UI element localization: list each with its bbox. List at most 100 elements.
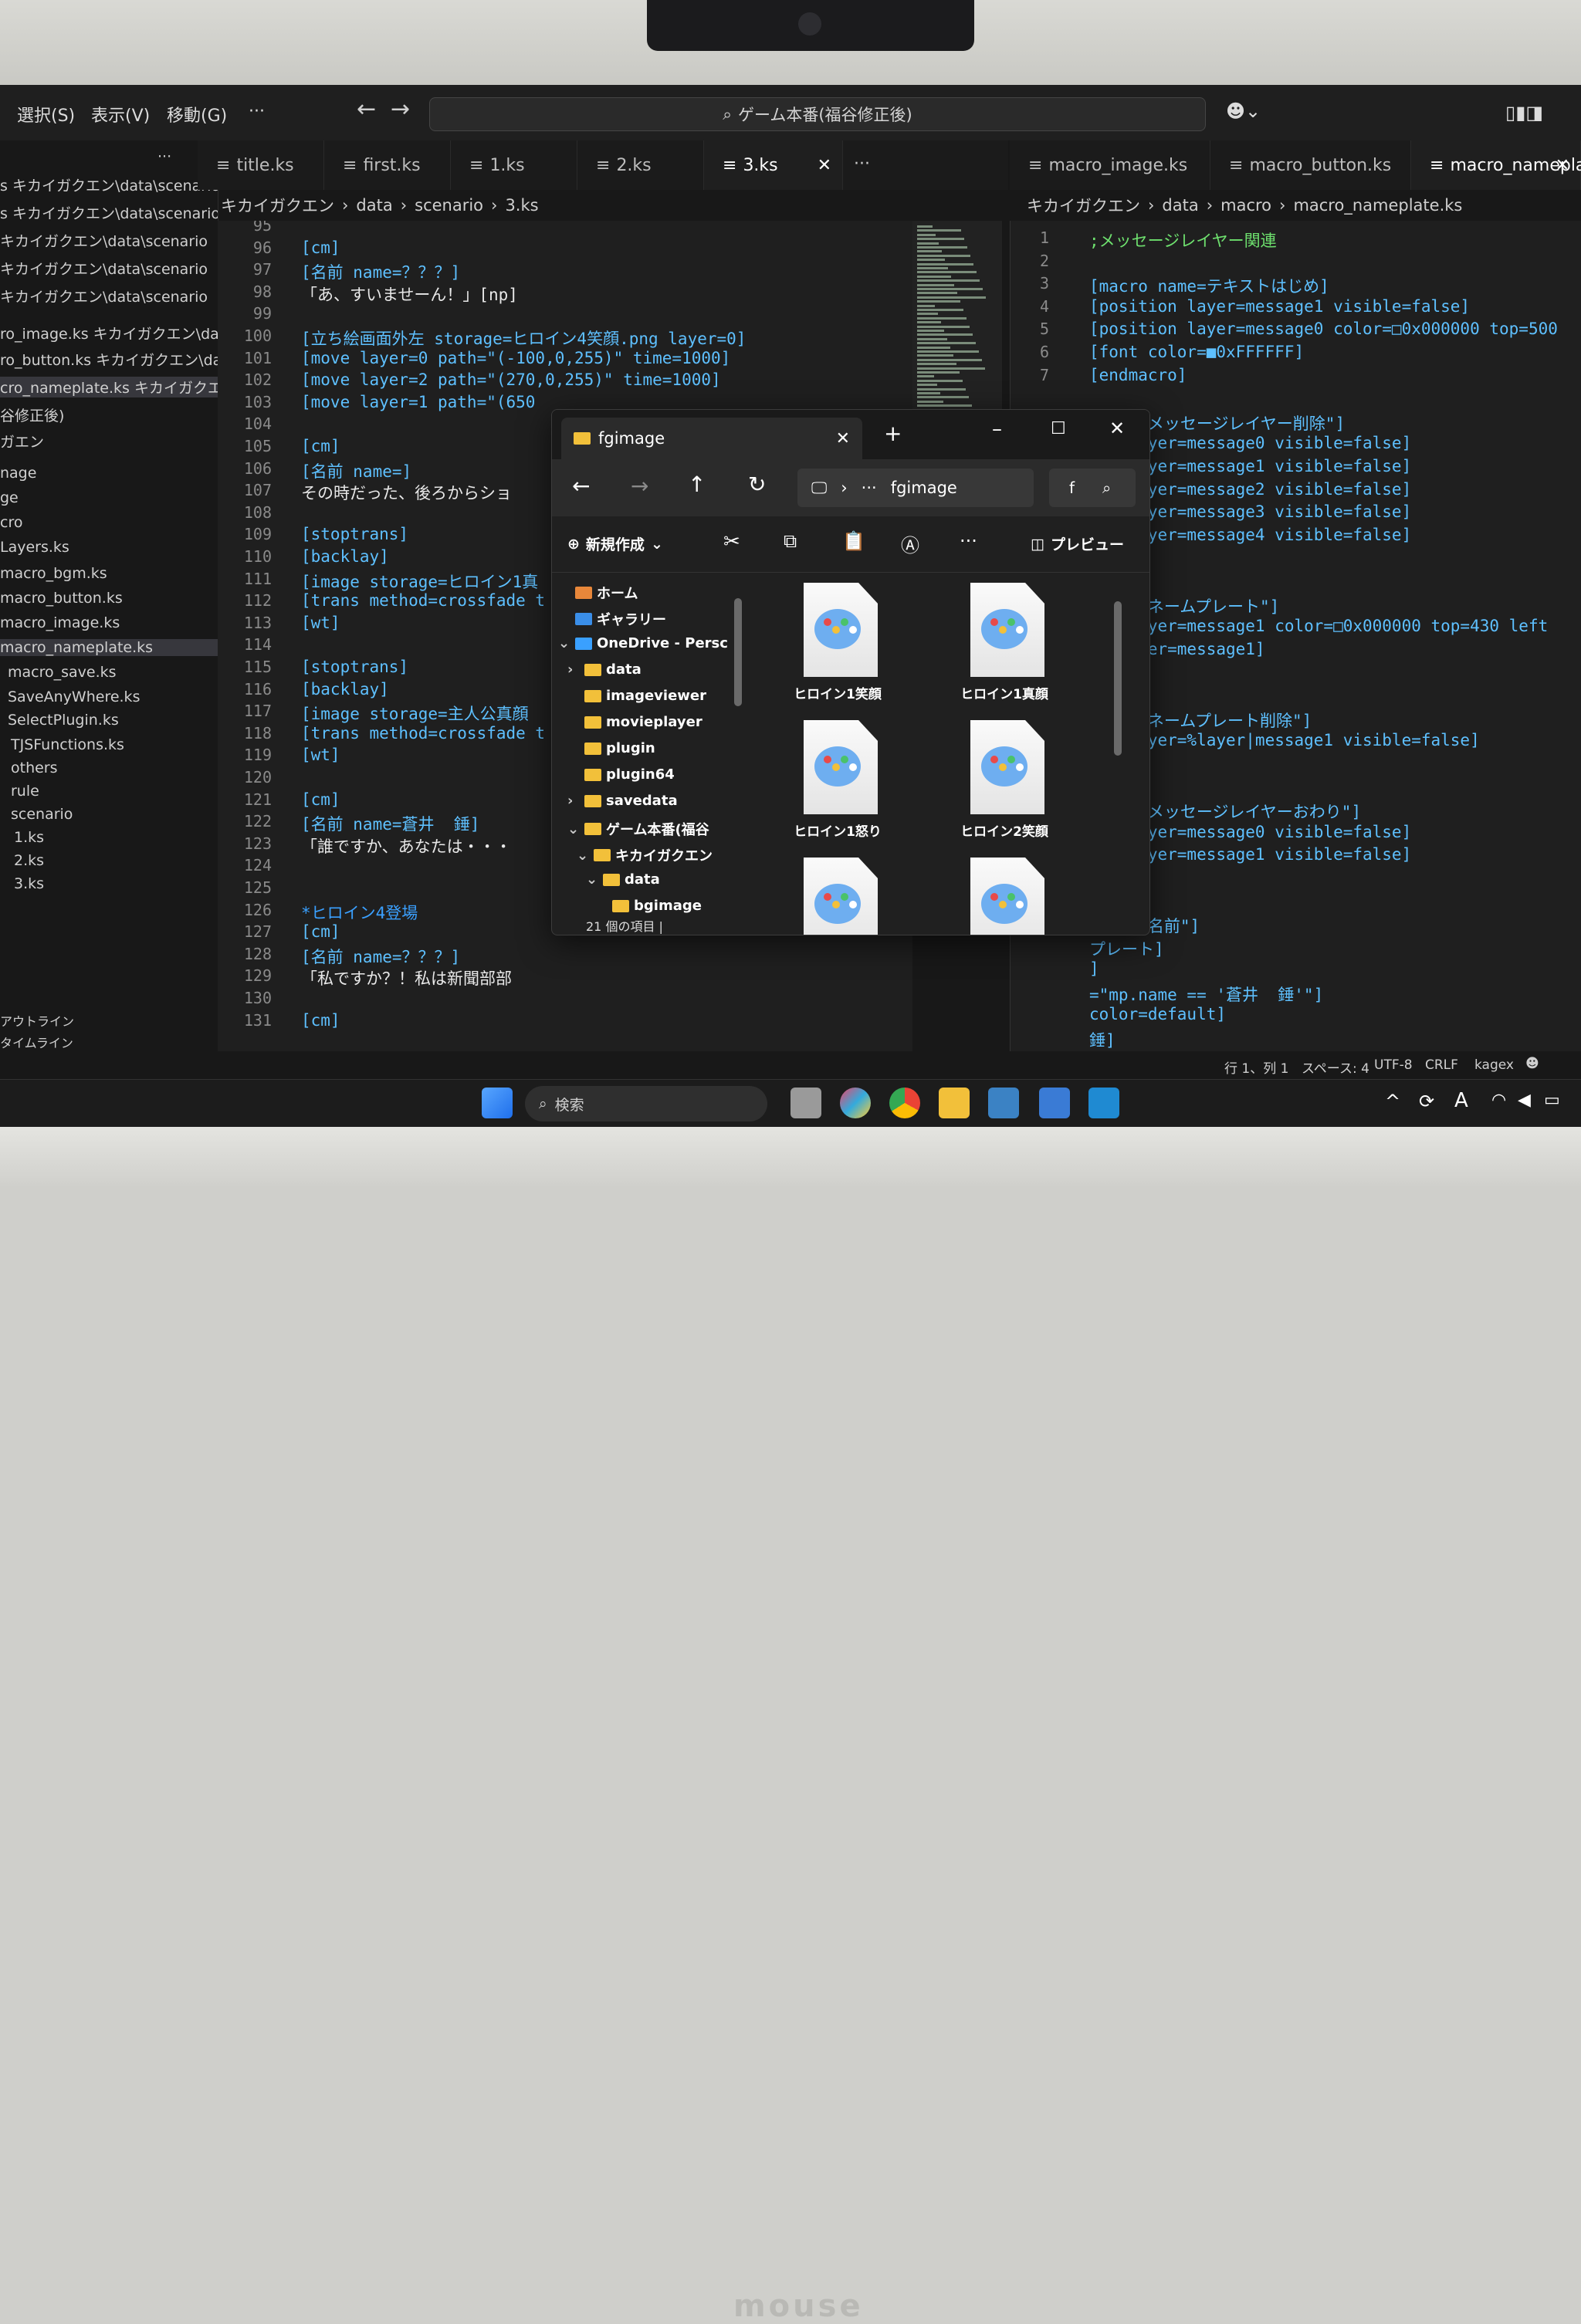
breadcrumb-item[interactable]: キカイガクエン <box>221 194 334 217</box>
breadcrumb-item[interactable]: data <box>1162 196 1198 215</box>
editor-tab[interactable]: ≡ 2.ks <box>577 140 704 190</box>
explorer-tab[interactable]: fgimage ✕ <box>561 418 862 459</box>
editor-tab[interactable]: ≡ 1.ks <box>451 140 577 190</box>
menu-view[interactable]: 表示(V) <box>91 102 150 127</box>
expand-chevron-icon[interactable]: › <box>567 793 580 809</box>
copilot-icon[interactable] <box>840 1088 871 1118</box>
task-view-icon[interactable] <box>790 1088 821 1118</box>
breadcrumb-item[interactable]: data <box>356 196 392 215</box>
sidebar-item[interactable]: s キカイガクエン\data\scenario <box>0 202 218 223</box>
cursor-position[interactable]: 行 1、列 1 <box>1224 1057 1288 1077</box>
image-file[interactable]: ヒロイン1怒り <box>760 720 915 851</box>
editor-tab[interactable]: ≡ title.ks <box>198 140 324 190</box>
timeline-section[interactable]: タイムライン <box>0 1033 218 1051</box>
tree-item[interactable]: › savedata <box>567 793 678 809</box>
sidebar-more-icon[interactable]: ··· <box>157 148 171 165</box>
command-center-search[interactable]: ⌕ ゲーム本番(福谷修正後) <box>429 97 1206 131</box>
sidebar-item[interactable]: macro_button.ks <box>0 590 218 607</box>
up-icon[interactable]: ↑ <box>688 472 706 497</box>
sidebar-item[interactable]: macro_save.ks <box>0 664 225 681</box>
breadcrumb-item[interactable]: scenario <box>415 196 483 215</box>
tree-item[interactable]: plugin <box>567 740 655 756</box>
indent-setting[interactable]: スペース: 4 <box>1302 1057 1369 1077</box>
more-options[interactable]: ··· <box>960 530 977 552</box>
tabs-more-icon[interactable]: ··· <box>854 154 870 174</box>
start-icon[interactable] <box>482 1088 513 1118</box>
layout-icon[interactable]: ▯▮◨ <box>1505 102 1543 123</box>
new-button[interactable]: ⊕ 新規作成 ⌄ <box>567 533 663 554</box>
sidebar-item[interactable]: rule <box>0 783 229 800</box>
language-mode[interactable]: kagex <box>1474 1057 1514 1073</box>
image-file[interactable]: ヒロイン2笑顔 <box>927 720 1082 851</box>
sidebar-item[interactable]: 2.ks <box>0 852 232 869</box>
sidebar-item[interactable]: 谷修正後) <box>0 404 218 425</box>
image-file[interactable]: ヒロイン1真顔 <box>927 583 1082 714</box>
sidebar-item[interactable]: scenario <box>0 806 229 823</box>
cut-icon[interactable]: ✂ <box>723 530 740 553</box>
tree-item[interactable]: ギャラリー <box>558 609 666 629</box>
close-window-icon[interactable]: ✕ <box>1109 418 1125 439</box>
close-tab-icon[interactable]: ✕ <box>1556 156 1569 175</box>
tree-item[interactable]: bgimage <box>595 898 702 914</box>
editor-tab[interactable]: ≡ macro_button.ks <box>1210 140 1411 190</box>
expand-chevron-icon[interactable]: › <box>567 661 580 678</box>
sidebar-item[interactable]: キカイガクエン\data\scenario <box>0 286 218 306</box>
expand-chevron-icon[interactable]: ⌄ <box>586 871 598 888</box>
notepad-icon[interactable] <box>1039 1088 1070 1118</box>
menu-go[interactable]: 移動(G) <box>167 102 227 127</box>
sidebar-item[interactable]: nage <box>0 465 218 482</box>
encoding[interactable]: UTF-8 <box>1374 1057 1413 1073</box>
vscode-icon[interactable] <box>1088 1088 1119 1118</box>
sidebar-item[interactable]: SaveAnyWhere.ks <box>0 688 225 705</box>
sidebar-item[interactable]: ガエン <box>0 431 218 452</box>
line-ending[interactable]: CRLF <box>1425 1057 1458 1073</box>
minimize-icon[interactable]: – <box>992 418 1002 441</box>
sidebar-item[interactable]: TJSFunctions.ks <box>0 736 229 753</box>
sidebar-item[interactable]: SelectPlugin.ks <box>0 712 225 729</box>
close-tab-icon[interactable]: ✕ <box>818 156 831 175</box>
breadcrumb-item[interactable]: 3.ks <box>505 196 538 215</box>
maximize-icon[interactable]: ☐ <box>1051 419 1066 438</box>
sidebar-item[interactable]: s キカイガクエン\data\scenario <box>0 174 218 195</box>
editor-tab[interactable]: ≡macro_nameplate✕ <box>1411 140 1581 190</box>
battery-icon[interactable]: ▭ <box>1544 1091 1560 1110</box>
forward-icon[interactable]: → <box>631 473 648 499</box>
refresh-icon[interactable]: ↻ <box>748 472 766 497</box>
tree-item[interactable]: › data <box>567 661 642 678</box>
forward-arrow-icon[interactable]: → <box>391 96 410 123</box>
files-scrollbar[interactable] <box>1114 601 1122 756</box>
sidebar-item[interactable]: macro_image.ks <box>0 614 218 631</box>
tree-item[interactable]: ⌄ ゲーム本番(福谷 <box>567 819 709 839</box>
sidebar-item[interactable]: Layers.ks <box>0 539 218 556</box>
file-explorer-icon[interactable] <box>939 1088 970 1118</box>
tree-item[interactable]: ⌄ data <box>586 871 660 888</box>
menu-more[interactable]: ··· <box>249 102 265 121</box>
tree-item[interactable]: plugin64 <box>567 766 675 783</box>
sidebar-item[interactable]: ge <box>0 489 218 506</box>
sidebar-item[interactable]: cro_nameplate.ks キカイガクエ... <box>0 377 218 397</box>
wifi-icon[interactable]: ◠ <box>1491 1091 1506 1110</box>
sync-icon[interactable]: ⟳ <box>1419 1091 1434 1112</box>
sidebar-item[interactable]: others <box>0 759 229 776</box>
explorer-search-box[interactable]: f ⌕ <box>1049 469 1136 507</box>
breadcrumb-item[interactable]: キカイガクエン <box>1027 194 1140 217</box>
copilot-icon[interactable]: ☻⌄ <box>1226 100 1261 122</box>
tray-chevron-icon[interactable]: ^ <box>1385 1091 1400 1112</box>
preview-button[interactable]: ◫ プレビュー <box>1031 533 1124 554</box>
tree-item[interactable]: movieplayer <box>567 714 702 730</box>
editor-tab[interactable]: ≡ first.ks <box>324 140 451 190</box>
sidebar-item[interactable]: 3.ks <box>0 875 232 892</box>
image-file[interactable]: ヒロイン1笑顔 <box>760 583 915 714</box>
taskbar-search[interactable]: ⌕ 検索 <box>525 1086 767 1121</box>
tree-item[interactable]: ホーム <box>558 583 638 603</box>
address-more[interactable]: ··· <box>862 479 877 497</box>
rename-icon[interactable]: Ⓐ <box>901 530 919 557</box>
new-tab-icon[interactable]: + <box>884 421 902 446</box>
sidebar-item[interactable]: macro_nameplate.ks <box>0 639 218 656</box>
minimap[interactable] <box>912 221 1002 409</box>
expand-chevron-icon[interactable]: ⌄ <box>567 821 580 837</box>
ime-icon[interactable]: A <box>1454 1089 1468 1112</box>
sidebar-item[interactable]: 1.ks <box>0 829 232 846</box>
editor-tab[interactable]: ≡ 3.ks ✕ <box>704 140 843 190</box>
back-icon[interactable]: ← <box>572 473 590 499</box>
